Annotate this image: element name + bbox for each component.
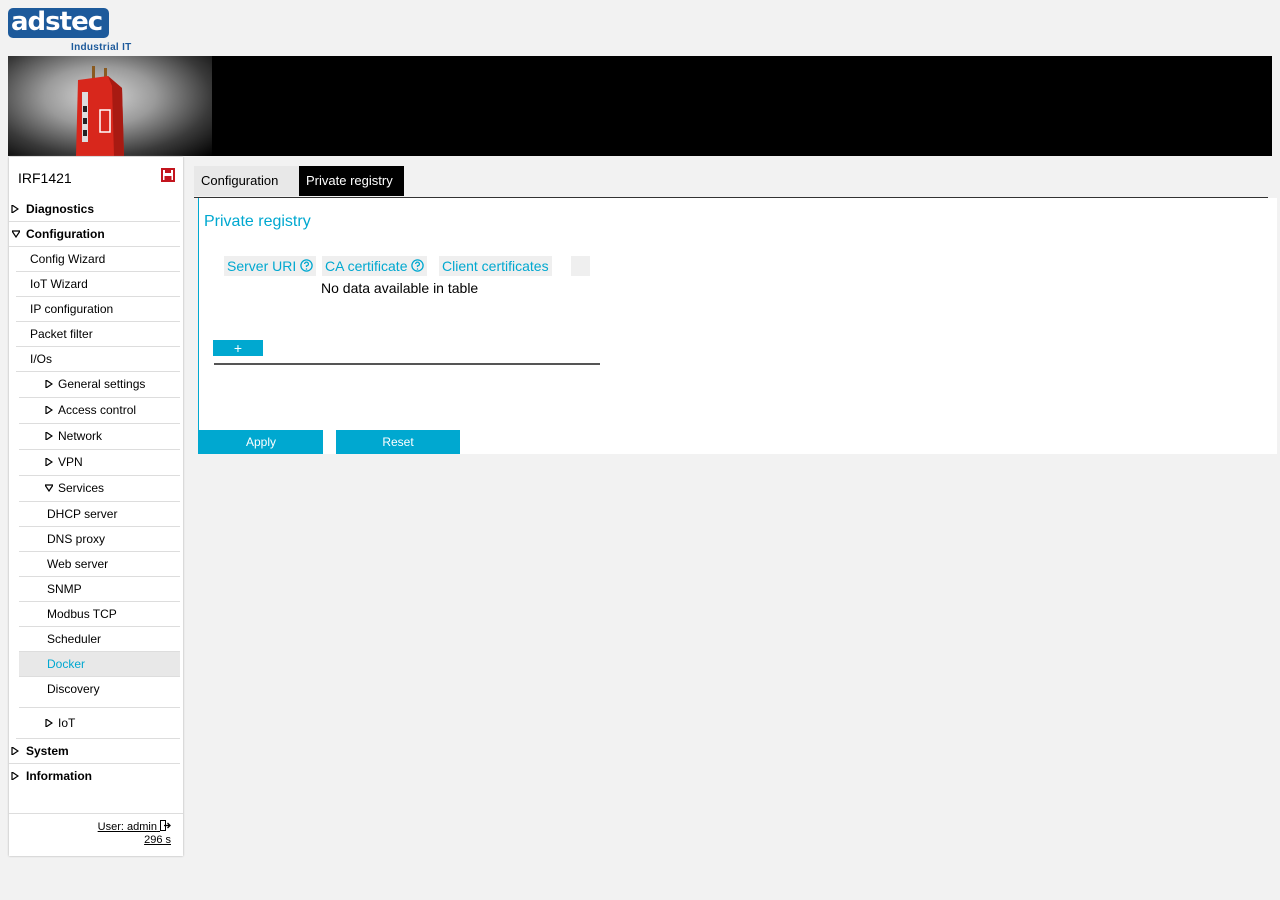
sidebar-item-label: General settings <box>58 377 146 391</box>
tab-bar: Configuration Private registry <box>194 166 1268 198</box>
sidebar-item-label: Information <box>26 769 92 783</box>
sidebar-item-modbus-tcp[interactable]: Modbus TCP <box>19 602 180 627</box>
sidebar-item-ios[interactable]: I/Os <box>16 347 180 372</box>
column-header-ca-certificate[interactable]: CA certificate <box>322 256 428 276</box>
sidebar-item-label: Docker <box>47 657 86 671</box>
sidebar-item-label: DNS proxy <box>47 532 106 546</box>
tab-configuration[interactable]: Configuration <box>194 166 299 196</box>
sidebar-item-label: Configuration <box>26 227 105 241</box>
sidebar-item-label: IoT Wizard <box>30 277 88 291</box>
device-name: IRF1421 <box>18 170 72 186</box>
sidebar-item-access-control[interactable]: Access control <box>19 398 180 424</box>
sidebar-item-network[interactable]: Network <box>19 424 180 450</box>
sidebar-item-label: VPN <box>58 455 83 469</box>
page-title: Private registry <box>204 213 311 230</box>
help-icon[interactable] <box>411 259 425 272</box>
sidebar-item-label: Network <box>58 429 103 443</box>
sidebar-item-snmp[interactable]: SNMP <box>19 577 180 602</box>
header-banner <box>8 56 1272 156</box>
sidebar-nav: Diagnostics Configuration Config Wizard … <box>9 197 180 788</box>
sidebar-item-label: I/Os <box>30 352 53 366</box>
column-header-server-uri[interactable]: Server URI <box>224 256 317 276</box>
sidebar-item-label: Packet filter <box>30 327 93 341</box>
sidebar-item-general-settings[interactable]: General settings <box>19 372 180 398</box>
sidebar-item-dhcp-server[interactable]: DHCP server <box>19 502 180 527</box>
sidebar-item-label: Config Wizard <box>30 252 106 266</box>
reset-button[interactable]: Reset <box>336 430 460 454</box>
sidebar-item-scheduler[interactable]: Scheduler <box>19 627 180 652</box>
save-icon[interactable] <box>161 168 175 182</box>
sidebar-item-services[interactable]: Services <box>19 476 180 502</box>
sidebar-item-dns-proxy[interactable]: DNS proxy <box>19 527 180 552</box>
sidebar-item-label: IP configuration <box>30 302 114 316</box>
sidebar-item-config-wizard[interactable]: Config Wizard <box>16 247 180 272</box>
triangle-down-icon <box>12 230 20 238</box>
sidebar-item-information[interactable]: Information <box>9 764 180 788</box>
user-label: User: admin <box>97 821 157 833</box>
column-label: Client certificates <box>442 258 549 274</box>
sidebar-item-label: SNMP <box>47 582 82 596</box>
column-header-actions <box>571 256 590 276</box>
sidebar-item-label: DHCP server <box>47 507 118 521</box>
adstec-logo: adstec Industrial IT <box>8 8 138 54</box>
tab-private-registry[interactable]: Private registry <box>299 166 404 196</box>
sidebar-item-label: Diagnostics <box>26 202 95 216</box>
sidebar-item-iot-wizard[interactable]: IoT Wizard <box>16 272 180 297</box>
router-device-image <box>76 66 124 156</box>
sidebar: IRF1421 Diagnostics Configuration Config… <box>9 157 183 856</box>
triangle-right-icon <box>11 772 19 780</box>
add-row-button[interactable]: + <box>213 340 263 356</box>
logo-tagline: Industrial IT <box>71 42 132 53</box>
sidebar-item-packet-filter[interactable]: Packet filter <box>16 322 180 347</box>
table-bottom-border <box>214 363 600 365</box>
triangle-right-icon <box>11 747 19 755</box>
triangle-right-icon <box>11 205 19 213</box>
column-label: Server URI <box>227 258 297 274</box>
column-header-client-certificates[interactable]: Client certificates <box>439 256 552 276</box>
sidebar-item-configuration[interactable]: Configuration <box>9 222 180 247</box>
triangle-right-icon <box>45 432 53 440</box>
triangle-right-icon <box>45 458 53 466</box>
triangle-right-icon <box>45 406 53 414</box>
sidebar-item-label: Modbus TCP <box>47 607 117 621</box>
sidebar-item-diagnostics[interactable]: Diagnostics <box>9 197 180 222</box>
column-label: CA certificate <box>325 258 408 274</box>
sidebar-item-label: System <box>26 744 69 758</box>
triangle-down-icon <box>45 484 53 492</box>
triangle-right-icon <box>45 719 53 727</box>
session-timer[interactable]: 296 s <box>144 834 171 846</box>
sidebar-item-ip-configuration[interactable]: IP configuration <box>16 297 180 322</box>
sidebar-item-system[interactable]: System <box>9 739 180 764</box>
sidebar-item-label: Access control <box>58 403 137 417</box>
help-icon[interactable] <box>300 259 313 272</box>
apply-button[interactable]: Apply <box>199 430 323 454</box>
logout-icon <box>160 820 171 831</box>
sidebar-item-label: Discovery <box>47 682 100 696</box>
user-logout-link[interactable]: User: admin <box>98 820 171 833</box>
sidebar-item-label: Scheduler <box>47 632 102 646</box>
sidebar-item-discovery[interactable]: Discovery <box>19 677 180 708</box>
sidebar-divider <box>9 813 183 814</box>
sidebar-item-docker[interactable]: Docker <box>19 652 180 677</box>
sidebar-item-web-server[interactable]: Web server <box>19 552 180 577</box>
table-empty-message: No data available in table <box>321 280 479 296</box>
sidebar-item-vpn[interactable]: VPN <box>19 450 180 476</box>
triangle-right-icon <box>45 380 53 388</box>
main-panel: Private registry Server URI CA certifica… <box>198 198 1277 454</box>
sidebar-item-label: Services <box>58 481 105 495</box>
sidebar-item-iot[interactable]: IoT <box>16 708 180 739</box>
logo-wordmark: adstec <box>8 8 109 38</box>
sidebar-item-label: Web server <box>47 557 109 571</box>
sidebar-item-label: IoT <box>58 716 76 730</box>
